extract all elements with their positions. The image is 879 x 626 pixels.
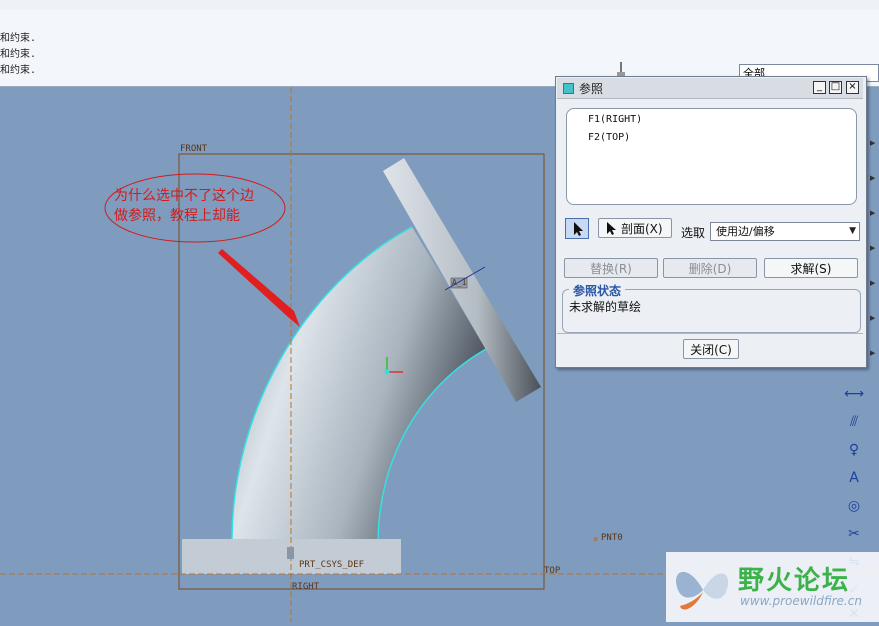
flyout-arrow-icon[interactable]: ▶	[870, 279, 875, 287]
butterfly-logo-icon	[676, 571, 729, 610]
message-line: 和约束.	[0, 33, 37, 44]
watermark-url: www.proewildfire.cn	[740, 594, 862, 608]
replace-button[interactable]: 替换(R)	[564, 258, 658, 278]
palette-icon[interactable]: ◎	[842, 494, 866, 518]
select-mode-value: 使用边/偏移	[716, 225, 775, 238]
annotation-arrow	[218, 249, 300, 327]
reference-status-title: 参照状态	[569, 282, 626, 299]
section-button[interactable]: 剖面(X)	[598, 218, 672, 238]
svg-text:×: ×	[593, 535, 598, 545]
flyout-arrow-icon[interactable]: ▶	[870, 349, 875, 357]
message-line: 和约束.	[0, 49, 37, 60]
top-label: TOP	[544, 566, 561, 576]
select-label: 选取	[681, 226, 706, 240]
select-arrow-button[interactable]	[565, 218, 589, 239]
trim-icon[interactable]: ✂	[842, 522, 866, 546]
cursor-arrow-icon	[607, 222, 616, 235]
solve-button[interactable]: 求解(S)	[764, 258, 858, 278]
reference-status-text: 未求解的草绘	[569, 300, 642, 314]
reference-list[interactable]: F1(RIGHT) F2(TOP)	[566, 108, 857, 205]
axis-label: A_1	[452, 278, 467, 287]
annotation-line: 做参照，教程上却能	[114, 208, 240, 224]
right-label: RIGHT	[292, 582, 320, 592]
maximize-button[interactable]: □	[829, 81, 842, 94]
dialog-app-icon	[563, 83, 574, 94]
dialog-divider	[557, 333, 863, 334]
constraint-icon[interactable]: ♀	[842, 438, 866, 462]
cursor-arrow-icon	[574, 222, 583, 236]
annotation-line: 为什么选中不了这个边	[114, 188, 254, 204]
chevron-down-icon: ▼	[849, 226, 856, 236]
minimize-button[interactable]: _	[813, 81, 826, 94]
watermark: 野火论坛 www.proewildfire.cn	[666, 552, 879, 622]
list-item[interactable]: F1(RIGHT)	[588, 114, 642, 125]
message-line: 和约束.	[0, 65, 37, 76]
flyout-arrow-icon[interactable]: ▶	[870, 174, 875, 182]
flyout-arrow-icon[interactable]: ▶	[870, 209, 875, 217]
select-mode-dropdown[interactable]: 使用边/偏移 ▼	[710, 222, 860, 241]
dimension-icon[interactable]: ⟷	[842, 382, 866, 406]
section-button-label: 剖面(X)	[621, 222, 663, 236]
csys-marker	[287, 547, 294, 559]
references-dialog: 参照 _ □ × F1(RIGHT) F2(TOP) 剖面(X) 选取 使用边/…	[555, 76, 867, 368]
csys-label: PRT_CSYS_DEF	[299, 560, 365, 570]
annotation-text: 为什么选中不了这个边 做参照，教程上却能	[114, 186, 284, 226]
pnt-label: PNT0	[601, 533, 623, 543]
flyout-arrow-icon[interactable]: ▶	[870, 314, 875, 322]
front-label: FRONT	[180, 144, 208, 154]
watermark-title: 野火论坛	[738, 566, 851, 596]
flyout-arrow-icon[interactable]: ▶	[870, 244, 875, 252]
text-tool-icon[interactable]: A	[842, 466, 866, 490]
flyout-arrow-icon[interactable]: ▶	[870, 139, 875, 147]
dialog-title: 参照	[579, 82, 604, 96]
delete-button[interactable]: 删除(D)	[663, 258, 757, 278]
list-item[interactable]: F2(TOP)	[588, 132, 630, 143]
close-button[interactable]: 关闭(C)	[683, 339, 739, 359]
dialog-titlebar[interactable]: 参照 _ □ ×	[557, 78, 863, 99]
modify-icon[interactable]: ⫻	[842, 410, 866, 434]
close-window-button[interactable]: ×	[846, 81, 859, 94]
